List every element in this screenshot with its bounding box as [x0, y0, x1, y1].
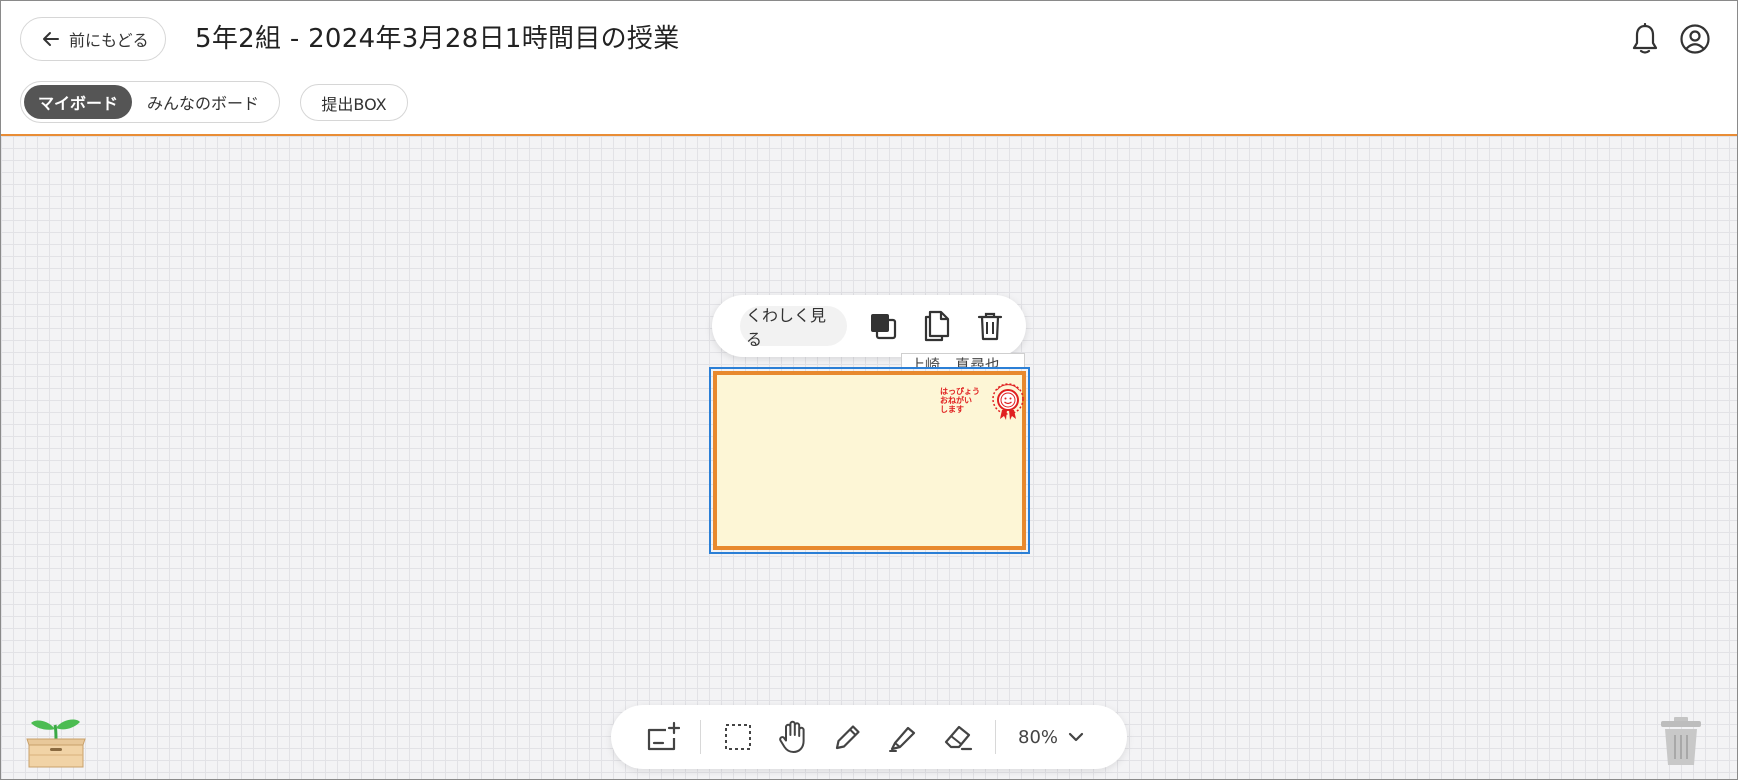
trash-icon[interactable]: [972, 308, 1008, 344]
presentation-request-stamp: はっぴょう おねがい します: [940, 387, 980, 414]
toolbar-divider: [700, 720, 701, 754]
zoom-select[interactable]: 80%: [1018, 727, 1084, 748]
selected-card[interactable]: はっぴょう おねがい します: [709, 367, 1030, 554]
toolbar-divider: [995, 720, 996, 754]
zoom-level: 80%: [1018, 726, 1059, 748]
back-button-label: 前にもどる: [69, 31, 149, 50]
eraser-icon[interactable]: [940, 719, 976, 755]
board-tabs: マイボード みんなのボード: [20, 81, 280, 123]
page-title: 5年2組 - 2024年3月28日1時間目の授業: [195, 24, 680, 54]
medal-stamp-icon: [992, 383, 1024, 420]
card-toolbar: くわしく見る: [712, 295, 1026, 357]
drawing-toolbar: 80%: [611, 705, 1127, 769]
trash-bin-icon[interactable]: [1657, 715, 1705, 767]
header: 前にもどる 5年2組 - 2024年3月28日1時間目の授業 マイボード みんな…: [1, 1, 1737, 136]
back-button[interactable]: 前にもどる: [20, 17, 166, 61]
bell-icon[interactable]: [1627, 21, 1663, 57]
user-circle-icon[interactable]: [1677, 21, 1713, 57]
layer-front-icon[interactable]: [865, 308, 901, 344]
select-area-icon[interactable]: [720, 719, 756, 755]
sticky-card[interactable]: はっぴょう おねがい します: [713, 371, 1026, 550]
board-canvas[interactable]: くわしく見る 上崎 真尋也… はっぴょう おねがい します 80%: [1, 136, 1737, 779]
copy-icon[interactable]: [919, 308, 955, 344]
add-card-icon[interactable]: [645, 719, 681, 755]
view-details-button[interactable]: くわしく見る: [740, 306, 848, 349]
submit-box-button[interactable]: 提出BOX: [300, 84, 408, 121]
sprout-box-icon[interactable]: [23, 715, 89, 769]
tab-my-board[interactable]: マイボード: [24, 85, 132, 119]
tab-everyones-board[interactable]: みんなのボード: [132, 85, 274, 119]
marker-icon[interactable]: [885, 719, 921, 755]
app-window: 前にもどる 5年2組 - 2024年3月28日1時間目の授業 マイボード みんな…: [0, 0, 1738, 780]
arrow-left-icon: [43, 32, 59, 46]
hand-icon[interactable]: [775, 719, 811, 755]
chevron-down-icon: [1068, 732, 1084, 742]
pencil-icon[interactable]: [830, 719, 866, 755]
